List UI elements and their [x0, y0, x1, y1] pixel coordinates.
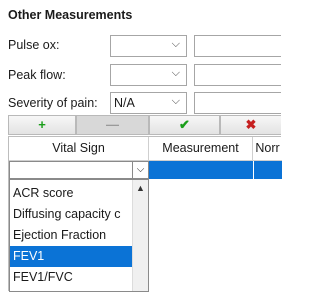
pulse-ox-dropdown[interactable]: ⌵ [110, 35, 187, 57]
dropdown-scrollbar[interactable]: ▲ [132, 180, 148, 291]
severity-of-pain-dropdown[interactable]: N/A ⌵ [110, 92, 187, 114]
section-title: Other Measurements [8, 8, 133, 22]
grid-toolbar: + — ✔ ✖ [8, 115, 281, 135]
column-header-normal[interactable]: Norr [253, 137, 282, 161]
plus-icon: + [38, 117, 46, 132]
list-item[interactable]: Ejection Fraction [10, 225, 133, 246]
remove-row-button[interactable]: — [76, 115, 149, 135]
severity-of-pain-comment-field[interactable] [194, 92, 281, 114]
x-icon: ✖ [245, 117, 257, 132]
checkmark-icon: ✔ [179, 117, 190, 132]
peak-flow-label: Peak flow: [8, 68, 66, 82]
confirm-button[interactable]: ✔ [149, 115, 220, 135]
chevron-down-icon: ⌵ [171, 95, 180, 107]
column-header-measurement[interactable]: Measurement [149, 137, 253, 161]
severity-of-pain-label: Severity of pain: [8, 96, 98, 110]
column-header-vital-sign[interactable]: Vital Sign [9, 137, 149, 161]
pulse-ox-label: Pulse ox: [8, 38, 60, 52]
chevron-up-icon[interactable]: ▲ [133, 183, 148, 193]
chevron-down-icon: ⌵ [171, 38, 180, 50]
chevron-down-icon[interactable]: ⌵ [132, 162, 148, 178]
pulse-ox-comment-field[interactable] [194, 35, 281, 57]
vital-sign-combo[interactable]: ⌵ [9, 161, 149, 179]
cancel-button[interactable]: ✖ [220, 115, 281, 135]
severity-of-pain-value: N/A [114, 96, 135, 110]
vital-signs-grid: Vital Sign Measurement Norr ⌵ ACR score … [8, 136, 282, 292]
add-row-button[interactable]: + [8, 115, 76, 135]
measurement-cell[interactable] [149, 161, 253, 179]
list-item[interactable]: FEV1/FVC [10, 267, 133, 288]
peak-flow-comment-field[interactable] [194, 64, 281, 86]
list-item-selected[interactable]: FEV1 [10, 246, 133, 267]
list-item[interactable]: ACR score [10, 183, 133, 204]
minus-icon: — [106, 117, 119, 132]
list-item[interactable]: Diffusing capacity c [10, 204, 133, 225]
vital-sign-dropdown-list[interactable]: ACR score Diffusing capacity c Ejection … [9, 179, 149, 292]
chevron-down-icon: ⌵ [171, 67, 180, 79]
normal-cell[interactable] [254, 161, 282, 179]
peak-flow-dropdown[interactable]: ⌵ [110, 64, 187, 86]
table-row[interactable]: ⌵ [9, 161, 282, 179]
